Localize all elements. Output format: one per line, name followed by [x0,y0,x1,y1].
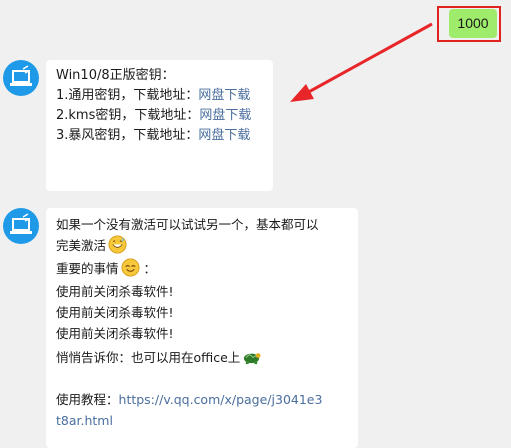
tutorial-link[interactable]: https://v.qq.com/x/page/j3041e3 [119,392,323,407]
smiling-emoji-icon [120,258,140,277]
list-item: 2.kms密钥，下载地址：网盘下载 [56,106,263,126]
intro-text: 如果一个没有激活可以试试另一个，基本都可以 [56,217,319,232]
key-item-text: 1.通用密钥，下载地址： [56,88,199,103]
received-message-instructions[interactable]: 如果一个没有激活可以试试另一个，基本都可以 完美激活 重要的事情 ： 使用前关闭… [46,208,358,448]
tutorial-link-continued[interactable]: t8ar.html [56,410,348,431]
grinning-sweat-emoji-icon [108,235,127,254]
key-item-text: 2.kms密钥，下载地址： [56,108,200,123]
list-item: 3.暴风密钥，下载地址：网盘下载 [56,126,263,146]
warning-text: 使用前关闭杀毒软件! [56,326,174,341]
avatar[interactable] [3,60,39,96]
received-message-keys[interactable]: Win10/8正版密钥： 1.通用密钥，下载地址：网盘下载 2.kms密钥，下载… [46,60,273,191]
important-line: 重要的事情 ： [56,258,348,279]
key-item-text: 3.暴风密钥，下载地址： [56,128,199,143]
message-title: Win10/8正版密钥： [56,68,175,83]
laptop-icon [10,213,32,234]
tutorial-line: 使用教程：https://v.qq.com/x/page/j3041e3 [56,392,323,407]
warning-text: 使用前关闭杀毒软件! [56,284,174,299]
laptop-icon [10,65,32,86]
intro-text-line2: 完美激活 [56,235,348,256]
sent-message-text: 1000 [457,15,489,31]
tip-line: 悄悄告诉你：也可以用在office上 [56,347,348,368]
turtle-emoji-icon [244,353,261,365]
download-link[interactable]: 网盘下载 [199,108,251,123]
download-link[interactable]: 网盘下载 [198,88,250,103]
sent-message-bubble[interactable]: 1000 [449,9,497,38]
list-item: 1.通用密钥，下载地址：网盘下载 [56,86,263,106]
avatar[interactable] [3,208,39,244]
warning-text: 使用前关闭杀毒软件! [56,305,174,320]
download-link[interactable]: 网盘下载 [198,128,250,143]
